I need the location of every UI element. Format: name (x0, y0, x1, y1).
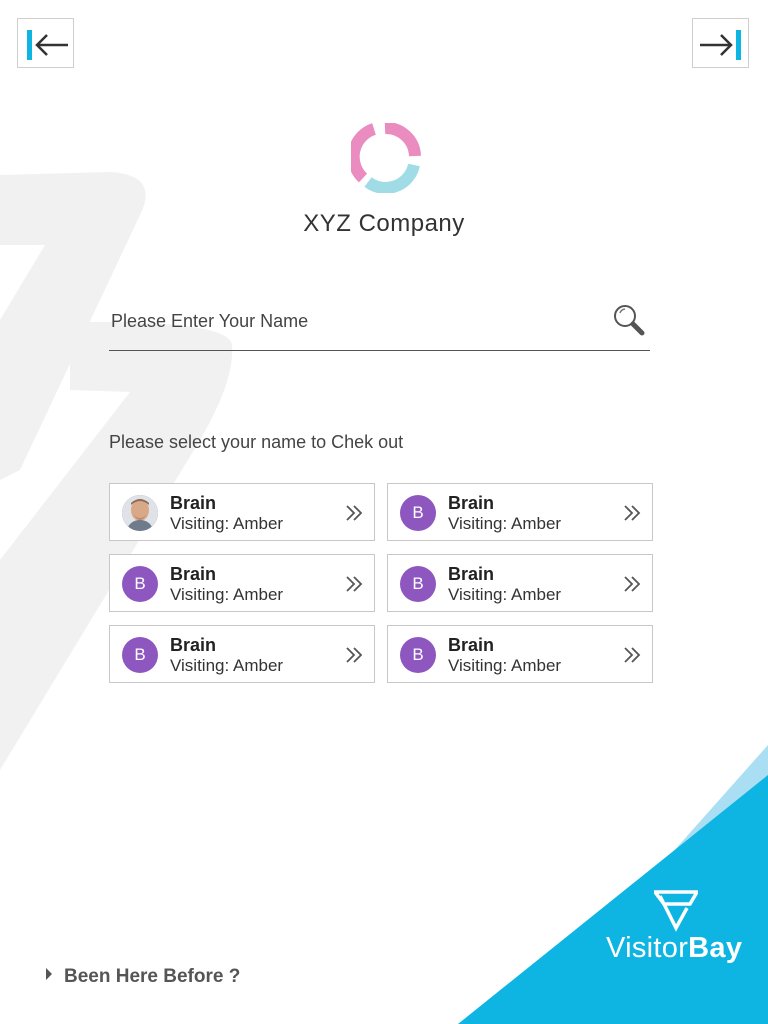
double-chevron-right-icon (346, 505, 363, 521)
visitor-card[interactable]: B Brain Visiting: Amber (387, 554, 653, 612)
visitor-card[interactable]: B Brain Visiting: Amber (387, 483, 653, 541)
visitor-name: Brain (448, 564, 495, 584)
company-name: XYZ Company (303, 210, 465, 237)
search-field (109, 298, 650, 351)
visitorbay-logo: VisitorBay (606, 888, 748, 978)
visiting-host: Visiting: Amber (448, 656, 562, 675)
visitorbay-wordmark: VisitorBay (606, 932, 742, 965)
arrow-left-to-line-icon (27, 30, 68, 60)
visitor-card[interactable]: B Brain Visiting: Amber (109, 625, 375, 683)
brand-visitor: Visitor (606, 932, 689, 964)
double-chevron-right-icon (346, 576, 363, 592)
avatar: B (400, 637, 436, 673)
double-chevron-right-icon (624, 576, 641, 592)
visiting-host: Visiting: Amber (170, 585, 284, 604)
arrow-right-to-line-icon (700, 30, 741, 60)
visitor-name: Brain (170, 635, 217, 655)
previous-button[interactable] (17, 18, 74, 68)
checkout-instruction: Please select your name to Chek out (109, 432, 404, 452)
next-button[interactable] (692, 18, 749, 68)
been-here-before-link[interactable]: Been Here Before ? (46, 966, 240, 988)
brand-bay: Bay (688, 932, 743, 964)
visitor-name: Brain (170, 493, 217, 513)
double-chevron-right-icon (346, 647, 363, 663)
visiting-host: Visiting: Amber (448, 585, 562, 604)
double-chevron-right-icon (624, 647, 641, 663)
search-icon[interactable] (612, 303, 646, 337)
visitor-card[interactable]: Brain Visiting: Amber (109, 483, 375, 541)
caret-right-icon (46, 968, 52, 980)
visitor-card[interactable]: B Brain Visiting: Amber (109, 554, 375, 612)
person-photo (122, 495, 158, 531)
avatar: B (400, 495, 436, 531)
visitor-name: Brain (448, 635, 495, 655)
visitorbay-mark-icon (654, 890, 698, 932)
avatar: B (122, 566, 158, 602)
visiting-host: Visiting: Amber (170, 514, 284, 533)
visitor-name: Brain (170, 564, 217, 584)
visitor-card[interactable]: B Brain Visiting: Amber (387, 625, 653, 683)
avatar: B (122, 637, 158, 673)
double-chevron-right-icon (624, 505, 641, 521)
avatar: B (400, 566, 436, 602)
visiting-host: Visiting: Amber (170, 656, 284, 675)
visiting-host: Visiting: Amber (448, 514, 562, 533)
company-logo (351, 123, 421, 193)
avatar (122, 495, 158, 531)
visitor-name: Brain (448, 493, 495, 513)
name-search-input[interactable] (109, 306, 601, 336)
been-here-label: Been Here Before ? (64, 966, 241, 987)
